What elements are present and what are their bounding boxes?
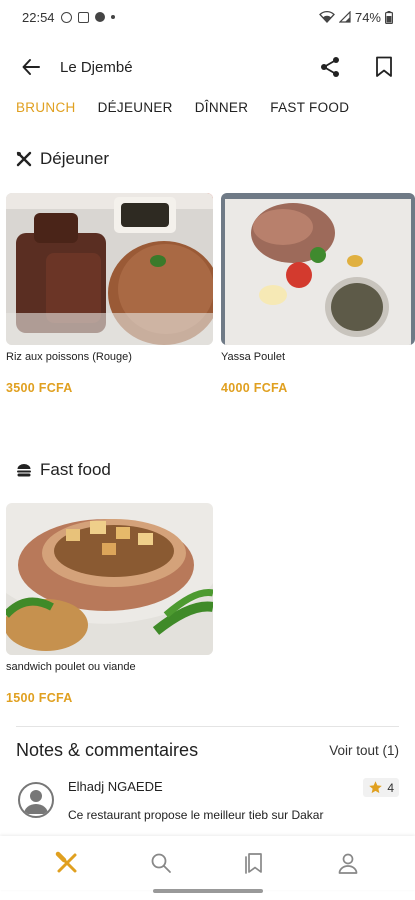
home-indicator[interactable]: [153, 889, 263, 893]
app-bar: Le Djembé: [0, 44, 415, 90]
status-time: 22:54: [22, 9, 55, 25]
status-left: 22:54: [22, 10, 115, 25]
utensils-icon: [55, 851, 77, 873]
section-header-fast-food: Fast food: [16, 460, 111, 480]
back-button[interactable]: [18, 54, 44, 80]
dish-image: [6, 503, 213, 655]
review-author: Elhadj NGAEDE: [68, 779, 163, 794]
tab-brunch[interactable]: BRUNCH: [16, 100, 76, 115]
see-all-link[interactable]: Voir tout (1): [329, 743, 399, 758]
share-icon: [321, 57, 339, 77]
nav-restaurant[interactable]: [43, 843, 91, 883]
bottom-nav: [0, 836, 415, 890]
status-bar: 22:54 74%: [0, 0, 415, 34]
reviews-title: Notes & commentaires: [16, 740, 199, 760]
search-icon: [151, 853, 171, 873]
bookmark-icon: [376, 56, 392, 77]
battery-icon: [385, 10, 393, 24]
review-text: Ce restaurant propose le meilleur tieb s…: [68, 808, 324, 822]
menu-item-card[interactable]: Yassa Poulet 4000 FCFA: [221, 193, 415, 395]
image-icon: [77, 11, 89, 23]
nav-bookmarks[interactable]: [230, 843, 278, 883]
instagram-icon: [60, 11, 72, 23]
dish-image: [6, 193, 213, 345]
rating-badge: 4: [363, 778, 399, 797]
user-avatar-icon: [24, 790, 48, 814]
utensils-icon: [16, 151, 32, 167]
dish-price: 1500 FCFA: [6, 691, 73, 705]
page-title: Le Djembé: [60, 58, 133, 76]
review-item: Elhadj NGAEDE 4 Ce restaurant propose le…: [16, 774, 399, 830]
rating-value: 4: [387, 780, 394, 795]
signal-icon: [338, 11, 351, 23]
dot-icon: [110, 15, 115, 19]
avatar: [18, 782, 54, 818]
section-title: Déjeuner: [40, 149, 109, 168]
app-actions: [317, 54, 397, 80]
star-icon: [369, 781, 383, 794]
section-title: Fast food: [40, 460, 111, 479]
menu-item-card[interactable]: Riz aux poissons (Rouge) 3500 FCFA: [6, 193, 213, 395]
menu-item-card[interactable]: sandwich poulet ou viande 1500 FCFA: [6, 503, 213, 705]
tab-dejeuner[interactable]: DÉJEUNER: [98, 100, 173, 115]
reviews-header: Notes & commentaires Voir tout (1): [16, 740, 399, 761]
dish-name: sandwich poulet ou viande: [6, 661, 136, 673]
dish-image: [221, 193, 415, 345]
bookmarks-icon: [245, 853, 263, 874]
share-button[interactable]: [317, 54, 343, 80]
nav-search[interactable]: [137, 843, 185, 883]
divider: [16, 726, 399, 727]
bookmark-button[interactable]: [371, 54, 397, 80]
wifi-icon: [319, 11, 335, 23]
burger-icon: [17, 464, 31, 477]
battery-percent: 74%: [354, 9, 381, 25]
dish-price: 3500 FCFA: [6, 381, 73, 395]
nav-profile[interactable]: [324, 843, 372, 883]
user-icon: [338, 853, 358, 874]
category-tabs: BRUNCH DÉJEUNER DÎNNER FAST FOOD: [16, 100, 405, 115]
dish-name: Yassa Poulet: [221, 351, 286, 363]
tab-fast-food[interactable]: FAST FOOD: [270, 100, 349, 115]
gear-icon: [94, 12, 105, 22]
status-right: 74%: [319, 10, 393, 25]
dish-price: 4000 FCFA: [221, 381, 288, 395]
arrow-left-icon: [22, 59, 40, 75]
dish-name: Riz aux poissons (Rouge): [6, 351, 132, 363]
tab-dinner[interactable]: DÎNNER: [195, 100, 249, 115]
section-header-dejeuner: Déjeuner: [16, 149, 109, 169]
